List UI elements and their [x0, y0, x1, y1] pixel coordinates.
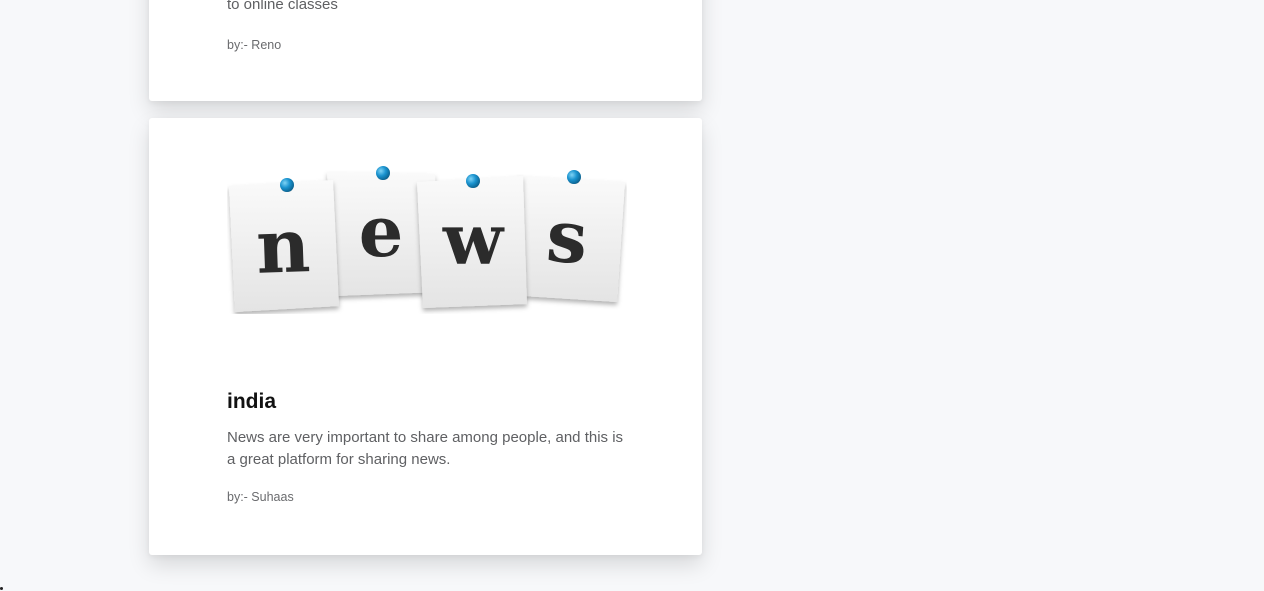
post-author: by:- Reno	[227, 38, 282, 52]
letter-n: n	[255, 203, 312, 291]
post-description: to online classes	[227, 0, 338, 16]
news-pinned-notes-image: n e w s	[229, 166, 625, 312]
corner-mark	[0, 587, 3, 590]
letter-s: s	[544, 193, 590, 281]
letter-w: w	[442, 198, 505, 281]
post-description: News are very important to share among p…	[227, 427, 627, 471]
post-card[interactable]: n e w s india News are very important to…	[149, 118, 702, 555]
post-author: by:- Suhaas	[227, 490, 294, 504]
post-description-text: to online classes	[227, 0, 338, 13]
page: to online classes by:- Reno n e w s indi…	[0, 0, 1264, 591]
pin-icon	[376, 166, 390, 180]
pin-icon	[280, 178, 294, 192]
pin-icon	[567, 170, 581, 184]
post-title[interactable]: india	[227, 390, 276, 414]
post-description-text: News are very important to share among p…	[227, 429, 624, 468]
post-card[interactable]: to online classes by:- Reno	[149, 0, 702, 101]
pin-icon	[466, 174, 480, 188]
letter-e: e	[359, 190, 404, 273]
